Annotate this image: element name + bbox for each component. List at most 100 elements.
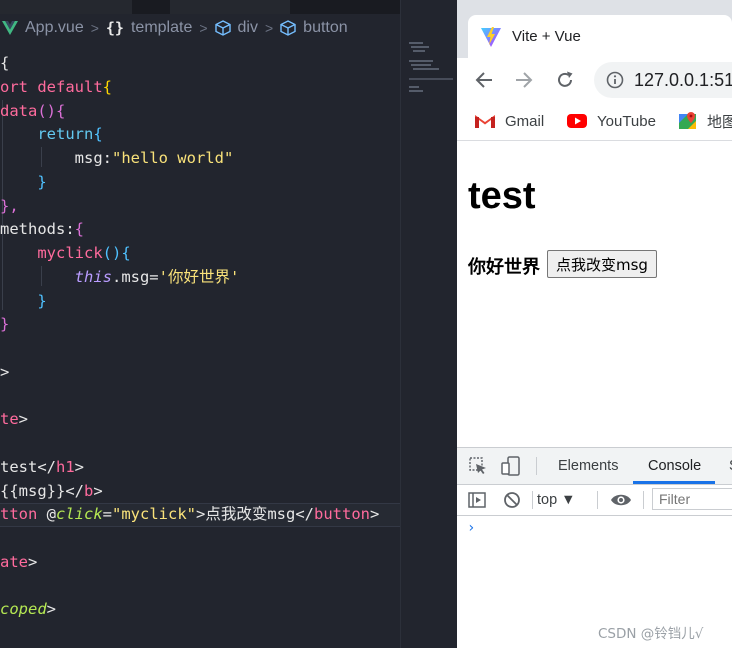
chevron-right-icon: > bbox=[90, 20, 99, 36]
back-button[interactable] bbox=[471, 67, 497, 93]
code-line[interactable]: tton @click="myclick">点我改变msg</button> bbox=[0, 503, 400, 527]
eye-icon[interactable] bbox=[610, 490, 632, 510]
code-token: > bbox=[18, 410, 29, 429]
code-line[interactable]: this.msg='你好世界' bbox=[0, 266, 400, 290]
code-line[interactable]: } bbox=[0, 171, 400, 195]
code-line[interactable]: coped> bbox=[0, 598, 400, 622]
code-line[interactable]: {{msg}}</b> bbox=[0, 480, 400, 504]
page-viewport: test 你好世界 点我改变msg bbox=[457, 141, 732, 447]
code-area[interactable]: {ort default{data(){ return{ msg:"hello … bbox=[0, 52, 400, 646]
editor-tab[interactable] bbox=[0, 0, 132, 14]
devtools-panel: Elements Console S top ▼ bbox=[457, 447, 732, 648]
reload-button[interactable] bbox=[552, 67, 578, 93]
code-line[interactable] bbox=[0, 622, 400, 646]
code-token: "hello world" bbox=[111, 149, 234, 167]
inspect-element-icon[interactable] bbox=[469, 457, 487, 475]
address-bar[interactable]: 127.0.0.1:51 bbox=[594, 62, 732, 98]
code-token: button bbox=[314, 505, 371, 524]
code-token: { bbox=[102, 77, 112, 96]
bookmark-label: YouTube bbox=[597, 112, 656, 130]
code-editor[interactable]: App.vue > {} template > div > button {or… bbox=[0, 0, 400, 648]
code-token: return bbox=[37, 125, 94, 144]
clear-console-icon[interactable] bbox=[503, 491, 521, 509]
code-token: () bbox=[37, 101, 56, 120]
code-line[interactable]: myclick(){ bbox=[0, 242, 400, 266]
code-line[interactable]: > bbox=[0, 361, 400, 385]
maps-icon bbox=[679, 112, 696, 129]
context-selector[interactable]: top ▼ bbox=[537, 485, 576, 515]
divider bbox=[536, 457, 537, 475]
url-text[interactable]: 127.0.0.1:51 bbox=[634, 70, 732, 91]
console-prompt-icon[interactable]: › bbox=[467, 520, 475, 536]
code-line[interactable]: msg:"hello world" bbox=[0, 147, 400, 171]
code-line[interactable] bbox=[0, 432, 400, 456]
code-line[interactable]: } bbox=[0, 290, 400, 314]
breadcrumb-button[interactable]: button bbox=[303, 19, 347, 37]
code-token: h1 bbox=[56, 457, 75, 476]
code-token: > bbox=[370, 505, 380, 524]
device-toolbar-icon[interactable] bbox=[501, 456, 521, 476]
code-token: > bbox=[74, 457, 85, 476]
bookmarks-bar: Gmail YouTube 地图 bbox=[457, 102, 732, 141]
code-line[interactable]: }, bbox=[0, 195, 400, 219]
reload-icon bbox=[558, 71, 573, 87]
watermark: CSDN @铃铛儿√ bbox=[598, 626, 704, 642]
code-token: } bbox=[0, 315, 10, 334]
sidebar-toggle-icon[interactable] bbox=[468, 491, 486, 509]
code-token: > bbox=[46, 600, 57, 619]
browser-toolbar: 127.0.0.1:51 bbox=[457, 58, 732, 102]
breadcrumb-template[interactable]: template bbox=[131, 19, 192, 37]
youtube-icon bbox=[567, 114, 587, 128]
bookmark-label: 地图 bbox=[707, 113, 732, 131]
breadcrumb-div[interactable]: div bbox=[238, 19, 258, 37]
code-line[interactable] bbox=[0, 337, 400, 361]
bookmark-maps[interactable]: 地图 bbox=[678, 102, 732, 140]
code-token: b bbox=[84, 481, 94, 500]
code-line[interactable]: { bbox=[0, 52, 400, 76]
tab-console[interactable]: Console bbox=[648, 448, 701, 484]
code-line[interactable]: test</h1> bbox=[0, 456, 400, 480]
code-line[interactable]: te> bbox=[0, 408, 400, 432]
code-token: { bbox=[56, 101, 66, 120]
bookmark-youtube[interactable]: YouTube bbox=[566, 102, 656, 140]
code-line[interactable] bbox=[0, 385, 400, 409]
code-token: te bbox=[0, 410, 19, 429]
code-line[interactable]: return{ bbox=[0, 123, 400, 147]
code-line[interactable]: data(){ bbox=[0, 100, 400, 124]
code-token: data bbox=[0, 101, 38, 120]
tab-elements[interactable]: Elements bbox=[558, 448, 618, 484]
code-line[interactable]: ate> bbox=[0, 551, 400, 575]
chevron-right-icon: > bbox=[264, 20, 274, 36]
code-line[interactable]: } bbox=[0, 313, 400, 337]
code-token: } bbox=[37, 291, 47, 310]
breadcrumb: App.vue > {} template > div > button bbox=[0, 14, 400, 42]
forward-button[interactable] bbox=[511, 67, 537, 93]
devtools-tab-bar: Elements Console S bbox=[457, 448, 732, 485]
gmail-icon bbox=[475, 115, 495, 128]
console-filter-input[interactable] bbox=[652, 488, 732, 510]
code-token: test</ bbox=[0, 457, 56, 476]
arrow-right-icon bbox=[516, 72, 533, 88]
element-cube-icon bbox=[280, 20, 296, 36]
info-icon[interactable] bbox=[606, 71, 624, 89]
code-line[interactable]: methods:{ bbox=[0, 218, 400, 242]
code-token: coped bbox=[0, 600, 47, 619]
browser-tab[interactable]: Vite + Vue bbox=[468, 15, 732, 58]
divider bbox=[643, 491, 644, 509]
code-line[interactable] bbox=[0, 575, 400, 599]
code-line[interactable]: ort default{ bbox=[0, 76, 400, 100]
change-msg-button[interactable]: 点我改变msg bbox=[547, 250, 657, 278]
code-token: } bbox=[37, 172, 47, 191]
code-token: = bbox=[102, 505, 113, 524]
code-token: }, bbox=[0, 196, 19, 215]
minimap[interactable] bbox=[400, 0, 458, 648]
bookmark-gmail[interactable]: Gmail bbox=[474, 102, 544, 140]
code-token: > bbox=[0, 362, 10, 381]
breadcrumb-file[interactable]: App.vue bbox=[25, 19, 84, 37]
code-line[interactable] bbox=[0, 527, 400, 551]
bookmark-label: Gmail bbox=[505, 112, 545, 130]
editor-tab[interactable] bbox=[170, 0, 290, 14]
